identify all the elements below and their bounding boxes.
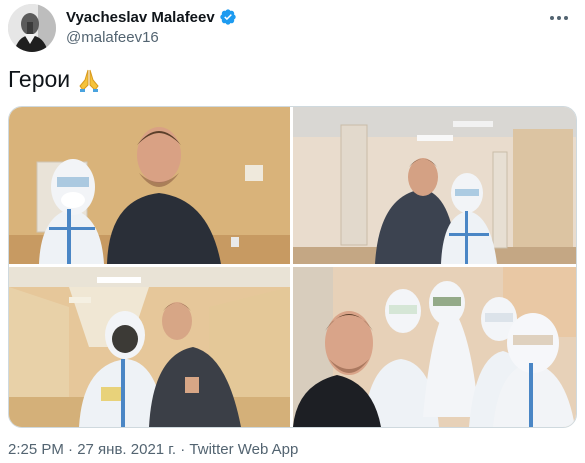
verified-badge-icon	[219, 8, 237, 26]
folded-hands-icon	[76, 67, 102, 93]
photo-1[interactable]	[9, 107, 290, 264]
media-grid	[8, 106, 577, 428]
tweet-timestamp[interactable]: 2:25 PM · 27 янв. 2021 г. · Twitter Web …	[8, 441, 298, 458]
photo-4[interactable]	[293, 267, 576, 427]
author-display-name[interactable]: Vyacheslav Malafeev	[66, 8, 237, 26]
photo-3[interactable]	[9, 267, 290, 427]
tweet-body: Герои	[8, 66, 71, 92]
more-options-icon[interactable]	[547, 8, 571, 28]
author-handle[interactable]: @malafeev16	[66, 29, 159, 46]
photo-2[interactable]	[293, 107, 576, 264]
author-name[interactable]: Vyacheslav Malafeev	[66, 9, 215, 26]
tweet-text: Герои	[8, 66, 102, 93]
avatar[interactable]	[8, 4, 56, 52]
